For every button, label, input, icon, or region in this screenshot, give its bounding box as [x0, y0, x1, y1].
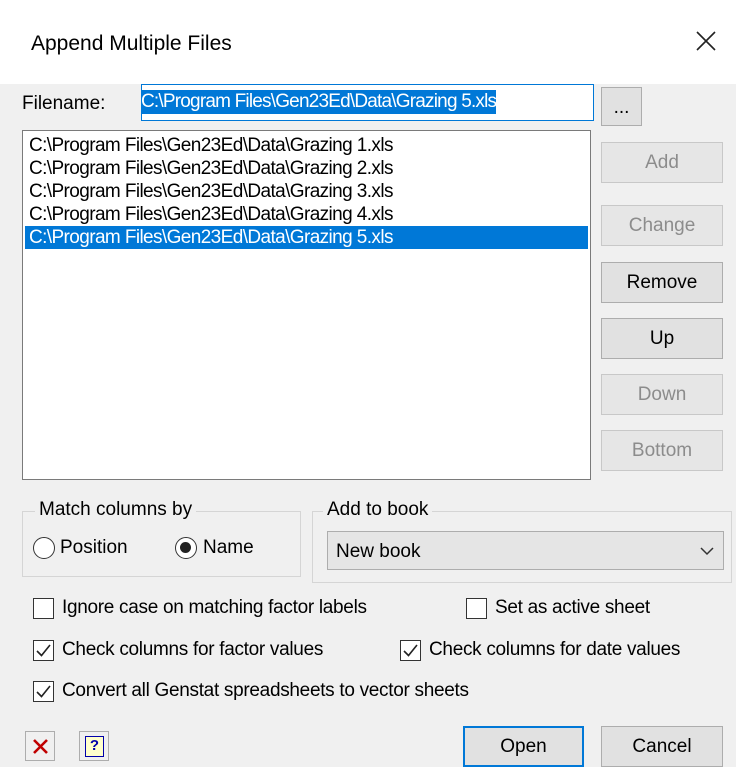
clear-button[interactable]: [25, 731, 55, 761]
checkmark-icon: [36, 644, 51, 657]
check-date-label: Check columns for date values: [429, 639, 681, 660]
help-icon: ?: [85, 736, 104, 757]
check-factor-label: Check columns for factor values: [62, 639, 324, 660]
book-select[interactable]: New book: [327, 531, 724, 570]
checkmark-icon: [403, 644, 418, 657]
down-button[interactable]: Down: [601, 374, 723, 415]
help-button[interactable]: ?: [79, 731, 109, 761]
add-button[interactable]: Add: [601, 142, 723, 183]
list-item[interactable]: C:\Program Files\Gen23Ed\Data\Grazing 3.…: [25, 180, 588, 203]
name-radio[interactable]: [175, 537, 197, 559]
cancel-button[interactable]: Cancel: [601, 726, 723, 767]
position-label: Position: [60, 537, 128, 558]
filename-label: Filename:: [22, 93, 106, 114]
browse-button[interactable]: ...: [601, 87, 642, 126]
set-active-label: Set as active sheet: [495, 597, 650, 618]
red-x-icon: [33, 739, 48, 754]
list-item[interactable]: C:\Program Files\Gen23Ed\Data\Grazing 1.…: [25, 134, 588, 157]
name-label: Name: [203, 537, 254, 558]
position-radio[interactable]: [33, 537, 55, 559]
check-date-checkbox[interactable]: [400, 640, 421, 661]
convert-vector-label: Convert all Genstat spreadsheets to vect…: [62, 680, 469, 701]
file-list[interactable]: C:\Program Files\Gen23Ed\Data\Grazing 1.…: [22, 130, 591, 480]
book-select-value: New book: [336, 541, 421, 562]
remove-button[interactable]: Remove: [601, 262, 723, 303]
filename-value: C:\Program Files\Gen23Ed\Data\Grazing 5.…: [141, 90, 497, 114]
checkmark-icon: [36, 685, 51, 698]
list-item[interactable]: C:\Program Files\Gen23Ed\Data\Grazing 4.…: [25, 203, 588, 226]
chevron-down-icon: [700, 547, 714, 556]
close-icon[interactable]: [692, 27, 720, 55]
add-to-book-title: Add to book: [323, 499, 433, 521]
set-active-checkbox[interactable]: [466, 598, 487, 619]
up-button[interactable]: Up: [601, 318, 723, 359]
ignore-case-label: Ignore case on matching factor labels: [62, 597, 367, 618]
ignore-case-checkbox[interactable]: [33, 598, 54, 619]
match-columns-title: Match columns by: [35, 499, 197, 521]
filename-input[interactable]: C:\Program Files\Gen23Ed\Data\Grazing 5.…: [141, 84, 594, 121]
dialog-title: Append Multiple Files: [31, 32, 232, 55]
bottom-button[interactable]: Bottom: [601, 430, 723, 471]
check-factor-checkbox[interactable]: [33, 640, 54, 661]
list-item-selected[interactable]: C:\Program Files\Gen23Ed\Data\Grazing 5.…: [25, 226, 588, 249]
list-item[interactable]: C:\Program Files\Gen23Ed\Data\Grazing 2.…: [25, 157, 588, 180]
change-button[interactable]: Change: [601, 205, 723, 246]
convert-vector-checkbox[interactable]: [33, 681, 54, 702]
open-button[interactable]: Open: [463, 726, 584, 767]
